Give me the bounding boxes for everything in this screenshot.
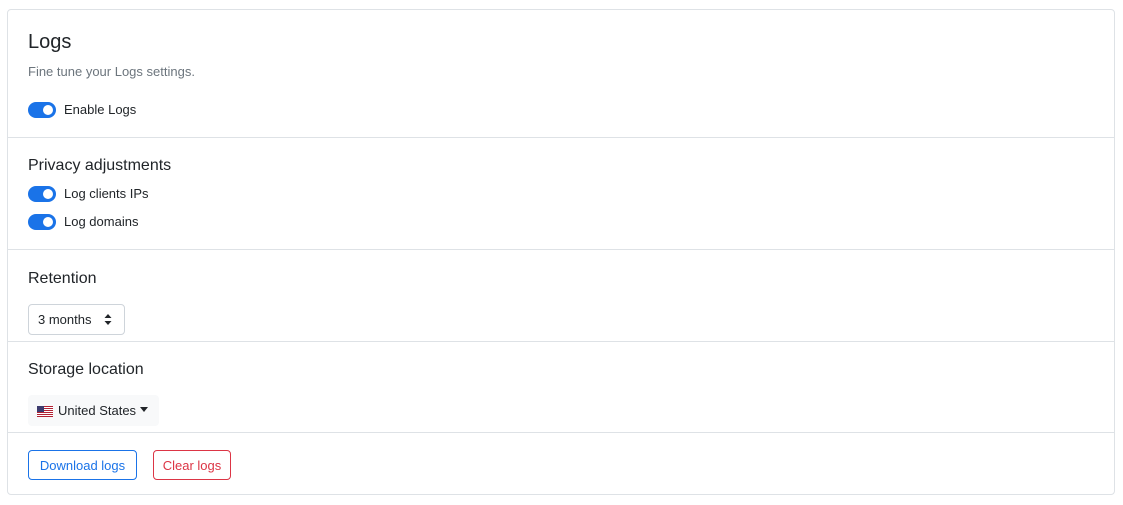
storage-selected-value: United States (58, 403, 137, 418)
log-domains-label: Log domains (64, 214, 139, 229)
privacy-section: Privacy adjustments Log clients IPs Log … (8, 138, 1114, 250)
download-logs-button[interactable]: Download logs (28, 450, 137, 480)
clear-logs-button[interactable]: Clear logs (153, 450, 231, 480)
us-flag-icon (37, 405, 53, 417)
privacy-heading: Privacy adjustments (28, 157, 172, 174)
log-ips-label: Log clients IPs (64, 186, 149, 201)
retention-selected-value: 3 months (38, 312, 92, 327)
page-title: Logs (28, 31, 72, 53)
retention-heading: Retention (28, 270, 97, 287)
caret-down-icon (140, 407, 149, 412)
sort-arrows-icon (104, 313, 112, 326)
enable-logs-row[interactable]: Enable Logs (28, 101, 136, 119)
log-domains-toggle[interactable] (28, 214, 56, 230)
enable-logs-label: Enable Logs (64, 102, 137, 117)
logs-settings-card: Logs Fine tune your Logs settings. Enabl… (7, 9, 1115, 495)
log-ips-row[interactable]: Log clients IPs (28, 185, 149, 203)
retention-select[interactable]: 3 months (28, 304, 125, 335)
storage-location-dropdown[interactable]: United States (28, 395, 159, 426)
storage-heading: Storage location (28, 361, 144, 378)
enable-logs-toggle[interactable] (28, 102, 56, 118)
log-domains-row[interactable]: Log domains (28, 213, 138, 231)
logs-section: Logs Fine tune your Logs settings. Enabl… (8, 10, 1114, 138)
actions-section: Download logs Clear logs (8, 433, 1114, 495)
storage-section: Storage location United States (8, 342, 1114, 433)
retention-section: Retention 3 months (8, 250, 1114, 342)
page-subtitle: Fine tune your Logs settings. (28, 64, 195, 79)
log-ips-toggle[interactable] (28, 186, 56, 202)
